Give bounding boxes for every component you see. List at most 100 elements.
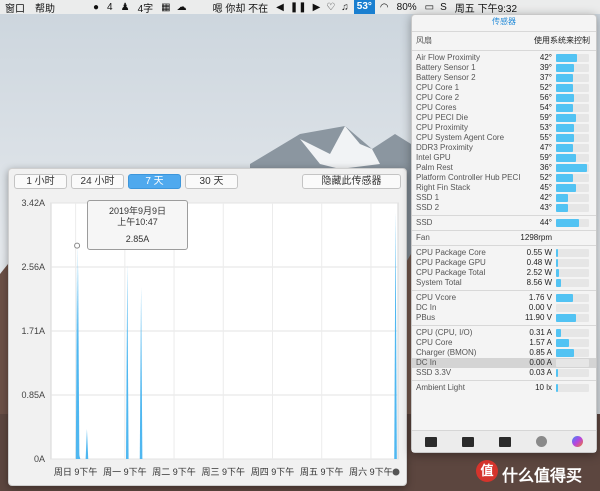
sensor-row[interactable]: CPU System Agent Core 55° — [412, 133, 596, 143]
menu-bar: 窗口 帮助 ● 4 ♟ 4字 ▦ ☁ 嗯 你却 不在 ◀ ❚❚ ▶ ♡ ♫ 53… — [0, 0, 600, 15]
clock[interactable]: 周五 下午9:32 — [450, 0, 522, 15]
battery-percent: 80% — [396, 1, 417, 13]
sensor-name: CPU Vcore — [416, 293, 457, 302]
x-tick-label: 周日 9下午 — [54, 466, 98, 477]
sensor-value: 8.56 W — [526, 278, 552, 287]
sensor-name: Right Fin Stack — [416, 183, 471, 192]
sensor-row[interactable]: Battery Sensor 1 39° — [412, 63, 596, 73]
sensor-level-bar — [556, 339, 589, 347]
sensor-row[interactable]: CPU Package Total 2.52 W — [412, 268, 596, 278]
sensor-row[interactable]: Charger (BMON) 0.85 A — [412, 348, 596, 358]
divider — [412, 325, 596, 326]
battery-icon[interactable]: ▭ — [422, 2, 437, 13]
sensor-row[interactable]: Air Flow Proximity 42° — [412, 53, 596, 63]
sensor-level-bar — [556, 349, 589, 357]
heart-icon[interactable]: ♡ — [323, 2, 338, 13]
disk-utility-icon[interactable] — [536, 436, 548, 447]
sensor-row[interactable]: Battery Sensor 2 37° — [412, 73, 596, 83]
prev-track-icon[interactable]: ◀ — [273, 2, 287, 13]
sensor-row[interactable]: CPU Proximity 53° — [412, 123, 596, 133]
system-info-icon[interactable] — [572, 436, 584, 447]
pause-icon[interactable]: ❚❚ — [287, 2, 310, 13]
sensor-row[interactable]: Right Fin Stack 45° — [412, 183, 596, 193]
range-1-hour-button[interactable]: 1 小时 — [14, 174, 67, 189]
terminal-icon[interactable] — [498, 436, 511, 447]
sensor-row[interactable]: CPU Vcore 1.76 V — [412, 293, 596, 303]
y-tick-label: 0.85A — [21, 390, 45, 400]
sensor-row[interactable]: CPU Core 2 56° — [412, 93, 596, 103]
sensor-name: PBus — [416, 313, 436, 322]
sensor-row[interactable]: CPU Package GPU 0.48 W — [412, 258, 596, 268]
lyrics-icon[interactable]: ♫ — [338, 2, 352, 13]
sensor-row[interactable]: Palm Rest 36° — [412, 163, 596, 173]
sensor-name: SSD — [416, 218, 433, 227]
activity-monitor-icon[interactable] — [424, 436, 437, 447]
fan-group: Fan 1298rpm — [412, 233, 596, 243]
temperature-badge[interactable]: 53° — [353, 0, 375, 14]
sensor-row[interactable]: Ambient Light 10 lx — [412, 383, 596, 393]
sensor-row[interactable]: CPU PECI Die 59° — [412, 113, 596, 123]
sensor-value: 59° — [539, 113, 552, 122]
sensor-row[interactable]: SSD 1 42° — [412, 193, 596, 203]
range-7-days-button[interactable]: 7 天 — [128, 174, 181, 189]
input-method-status[interactable]: 4字 — [133, 0, 159, 15]
fan-control-row[interactable]: 风扇 使用系统来控制 — [412, 34, 596, 48]
sensor-row[interactable]: PBus 11.90 V — [412, 313, 596, 323]
tooltip-date: 2019年9月9日 — [108, 206, 167, 216]
sensor-row[interactable]: DDR3 Proximity 47° — [412, 143, 596, 153]
ssd-group: SSD 44° — [412, 218, 596, 228]
sensor-level-bar — [556, 294, 589, 302]
next-track-icon[interactable]: ▶ — [310, 2, 324, 13]
sensor-value: 2.52 W — [526, 268, 552, 277]
sensor-row[interactable]: Fan 1298rpm — [412, 233, 596, 243]
sensor-name: SSD 3.3V — [416, 368, 452, 377]
sensor-row[interactable]: Platform Controller Hub PECI 52° — [412, 173, 596, 183]
sensor-level-bar — [556, 174, 589, 182]
sensor-level-bar — [556, 64, 589, 72]
sensor-row[interactable]: CPU Core 1 52° — [412, 83, 596, 93]
cloud-icon[interactable]: ☁ — [174, 2, 190, 13]
app-s-icon[interactable]: S — [437, 2, 450, 13]
sensor-row[interactable]: SSD 3.3V 0.03 A — [412, 368, 596, 378]
range-24-hours-button[interactable]: 24 小时 — [71, 174, 124, 189]
menu-window[interactable]: 窗口 — [0, 0, 30, 15]
sensor-row[interactable]: SSD 44° — [412, 218, 596, 228]
sensor-row[interactable]: System Total 8.56 W — [412, 278, 596, 288]
sensor-value: 42° — [539, 53, 552, 62]
menu-help[interactable]: 帮助 — [30, 0, 60, 15]
x-tick-label: 周四 9下午 — [251, 466, 295, 477]
divider — [412, 290, 596, 291]
sensor-value: 37° — [539, 73, 552, 82]
sensor-value: 55° — [539, 133, 552, 142]
x-tick-label: 周二 9下午 — [152, 466, 196, 477]
sensor-value: 54° — [539, 103, 552, 112]
hide-sensor-button[interactable]: 隐藏此传感器 — [302, 174, 401, 189]
sensor-row[interactable]: DC In 0.00 A — [412, 358, 596, 368]
sensor-row[interactable]: Intel GPU 59° — [412, 153, 596, 163]
sensor-level-fill — [556, 384, 558, 392]
sensor-row[interactable]: SSD 2 43° — [412, 203, 596, 213]
sensor-name: CPU Proximity — [416, 123, 469, 132]
now-playing-song[interactable]: 嗯 你却 不在 — [208, 0, 274, 15]
sensor-row[interactable]: DC In 0.00 V — [412, 303, 596, 313]
current-history-chart[interactable]: 3.42A 2.56A 1.71A 0.85A 0A 周日 9下午 周一 9下午 周二 9下午… — [9, 195, 406, 485]
sensor-row[interactable]: CPU (CPU, I/O) 0.31 A — [412, 328, 596, 338]
sensor-level-fill — [556, 114, 576, 122]
wechat-icon[interactable]: ● — [90, 2, 102, 13]
wifi-icon[interactable]: ◠ — [377, 2, 392, 13]
sensor-level-fill — [556, 349, 575, 357]
range-30-days-button[interactable]: 30 天 — [185, 174, 238, 189]
sensor-name: CPU PECI Die — [416, 113, 469, 122]
sensor-row[interactable]: CPU Core 1.57 A — [412, 338, 596, 348]
qq-icon[interactable]: ♟ — [118, 2, 133, 13]
console-icon[interactable] — [461, 436, 474, 447]
selected-point-marker — [74, 242, 81, 249]
fan-control-mode[interactable]: 使用系统来控制 — [534, 34, 590, 48]
sensor-name: System Total — [416, 278, 462, 287]
grid-icon[interactable]: ▦ — [158, 2, 173, 13]
sensor-row[interactable]: CPU Package Core 0.55 W — [412, 248, 596, 258]
sensor-name: Palm Rest — [416, 163, 453, 172]
sensor-name: CPU System Agent Core — [416, 133, 505, 142]
sensor-name: CPU Package Core — [416, 248, 486, 257]
sensor-row[interactable]: CPU Cores 54° — [412, 103, 596, 113]
